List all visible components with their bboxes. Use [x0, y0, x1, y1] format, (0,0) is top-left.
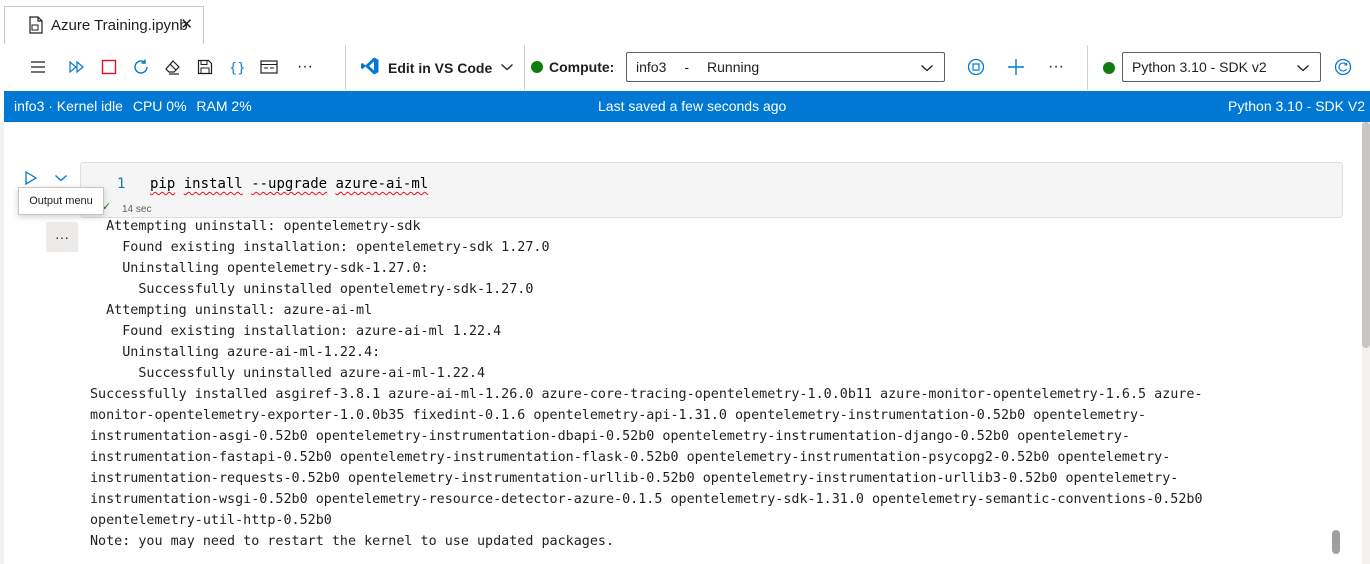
close-icon[interactable]: ✕ — [180, 15, 193, 33]
more-actions-icon[interactable]: ··· — [294, 56, 316, 78]
kernel-select[interactable]: Python 3.10 - SDK v2 — [1122, 52, 1321, 82]
status-cpu: CPU 0% — [132, 98, 187, 114]
output-scrollbar-thumb[interactable] — [1332, 530, 1340, 554]
tab-label: Azure Training.ipynb — [51, 16, 188, 34]
output-line: monitor-opentelemetry-exporter-1.0.0b35 … — [90, 408, 1147, 423]
output-line: Uninstalling azure-ai-ml-1.22.4: — [90, 345, 381, 360]
status-saved: Last saved a few seconds ago — [598, 98, 787, 114]
compute-running-indicator — [531, 61, 543, 73]
menu-icon[interactable] — [27, 56, 49, 78]
compute-label-text: Compute: — [549, 59, 615, 75]
notebook-file-icon — [29, 15, 47, 35]
toolbar-divider — [1087, 45, 1088, 90]
chevron-down-icon — [500, 59, 514, 77]
line-number: 1 — [117, 176, 126, 192]
toolbar-divider — [345, 45, 346, 90]
status-kernel-state: info3 · Kernel idle — [14, 98, 123, 114]
scrollbar-thumb[interactable] — [1362, 122, 1370, 348]
output-line: instrumentation-requests-0.52b0 opentele… — [90, 471, 1179, 486]
output-line: instrumentation-asgi-0.52b0 opentelemetr… — [90, 429, 1130, 444]
compute-status: Running — [707, 59, 760, 75]
output-line: opentelemetry-util-http-0.52b0 — [90, 513, 332, 528]
status-kernel-name: Python 3.10 - SDK V2 — [1228, 98, 1365, 114]
refresh-kernel-icon[interactable] — [1332, 56, 1354, 78]
notebook-toolbar: {} ··· Edit in VS Code Compute: info3 - … — [0, 45, 1370, 90]
tab-notebook[interactable]: Azure Training.ipynb ✕ — [4, 6, 204, 44]
outline-icon[interactable] — [258, 56, 280, 78]
code-token: pip — [150, 176, 176, 192]
restart-icon[interactable] — [130, 56, 152, 78]
code-cell-editor[interactable]: 1 pip install --upgrade azure-ai-ml — [80, 162, 1343, 218]
chevron-down-icon — [1296, 60, 1310, 76]
output-line: Uninstalling opentelemetry-sdk-1.27.0: — [90, 261, 429, 276]
kernel-name: Python 3.10 - SDK v2 — [1132, 59, 1267, 75]
status-ram: RAM 2% — [196, 98, 252, 114]
compute-more-icon[interactable]: ··· — [1045, 56, 1067, 78]
compute-separator: - — [684, 59, 690, 75]
add-compute-icon[interactable] — [1005, 56, 1027, 78]
kernel-status-indicator — [1103, 62, 1115, 74]
svg-text:{}: {} — [229, 61, 246, 75]
edit-in-vscode-label: Edit in VS Code — [388, 60, 493, 76]
cell-code[interactable]: pip install --upgrade azure-ai-ml — [150, 176, 428, 192]
status-left: info3 · Kernel idle CPU 0% RAM 2% — [14, 98, 258, 114]
cell-output: Attempting uninstall: opentelemetry-sdk … — [90, 216, 1330, 564]
output-line: instrumentation-fastapi-0.52b0 opentelem… — [90, 450, 1171, 465]
edit-in-vscode-button[interactable]: Edit in VS Code — [360, 55, 514, 81]
chevron-down-icon — [920, 60, 934, 76]
compute-label: Compute: — [531, 59, 614, 75]
notebook-scrollbar[interactable] — [1362, 122, 1370, 564]
compute-name: info3 — [636, 59, 667, 75]
cell-options-chevron-icon[interactable] — [54, 170, 68, 188]
tab-strip: Azure Training.ipynb ✕ — [0, 0, 1370, 46]
output-line: Attempting uninstall: azure-ai-ml — [90, 303, 373, 318]
code-token: --upgrade — [251, 176, 328, 192]
output-line: Successfully installed asgiref-3.8.1 azu… — [90, 387, 1203, 402]
variables-icon[interactable]: {} — [226, 56, 248, 78]
toolbar-divider — [524, 45, 525, 90]
left-gutter — [0, 122, 4, 564]
output-line: Attempting uninstall: opentelemetry-sdk — [90, 219, 421, 234]
output-line: Found existing installation: azure-ai-ml… — [90, 324, 502, 339]
stop-icon[interactable] — [98, 56, 120, 78]
vscode-icon — [360, 56, 380, 81]
save-icon[interactable] — [194, 56, 216, 78]
stop-compute-icon[interactable] — [965, 56, 987, 78]
code-token: install — [183, 176, 243, 192]
output-line: Found existing installation: opentelemet… — [90, 240, 550, 255]
code-token: azure-ai-ml — [335, 176, 429, 192]
status-bar: info3 · Kernel idle CPU 0% RAM 2% Last s… — [4, 91, 1370, 122]
compute-select[interactable]: info3 - Running — [626, 52, 945, 82]
clear-outputs-icon[interactable] — [162, 56, 184, 78]
output-line: Successfully uninstalled opentelemetry-s… — [90, 282, 534, 297]
run-all-icon[interactable] — [66, 56, 88, 78]
execution-time: 14 sec — [122, 204, 152, 215]
output-menu-button[interactable]: ··· — [46, 222, 78, 252]
output-line: Successfully uninstalled azure-ai-ml-1.2… — [90, 366, 486, 381]
output-menu-tooltip: Output menu — [18, 187, 104, 215]
output-line: Note: you may need to restart the kernel… — [90, 534, 615, 549]
output-line: instrumentation-wsgi-0.52b0 opentelemetr… — [90, 492, 1203, 507]
